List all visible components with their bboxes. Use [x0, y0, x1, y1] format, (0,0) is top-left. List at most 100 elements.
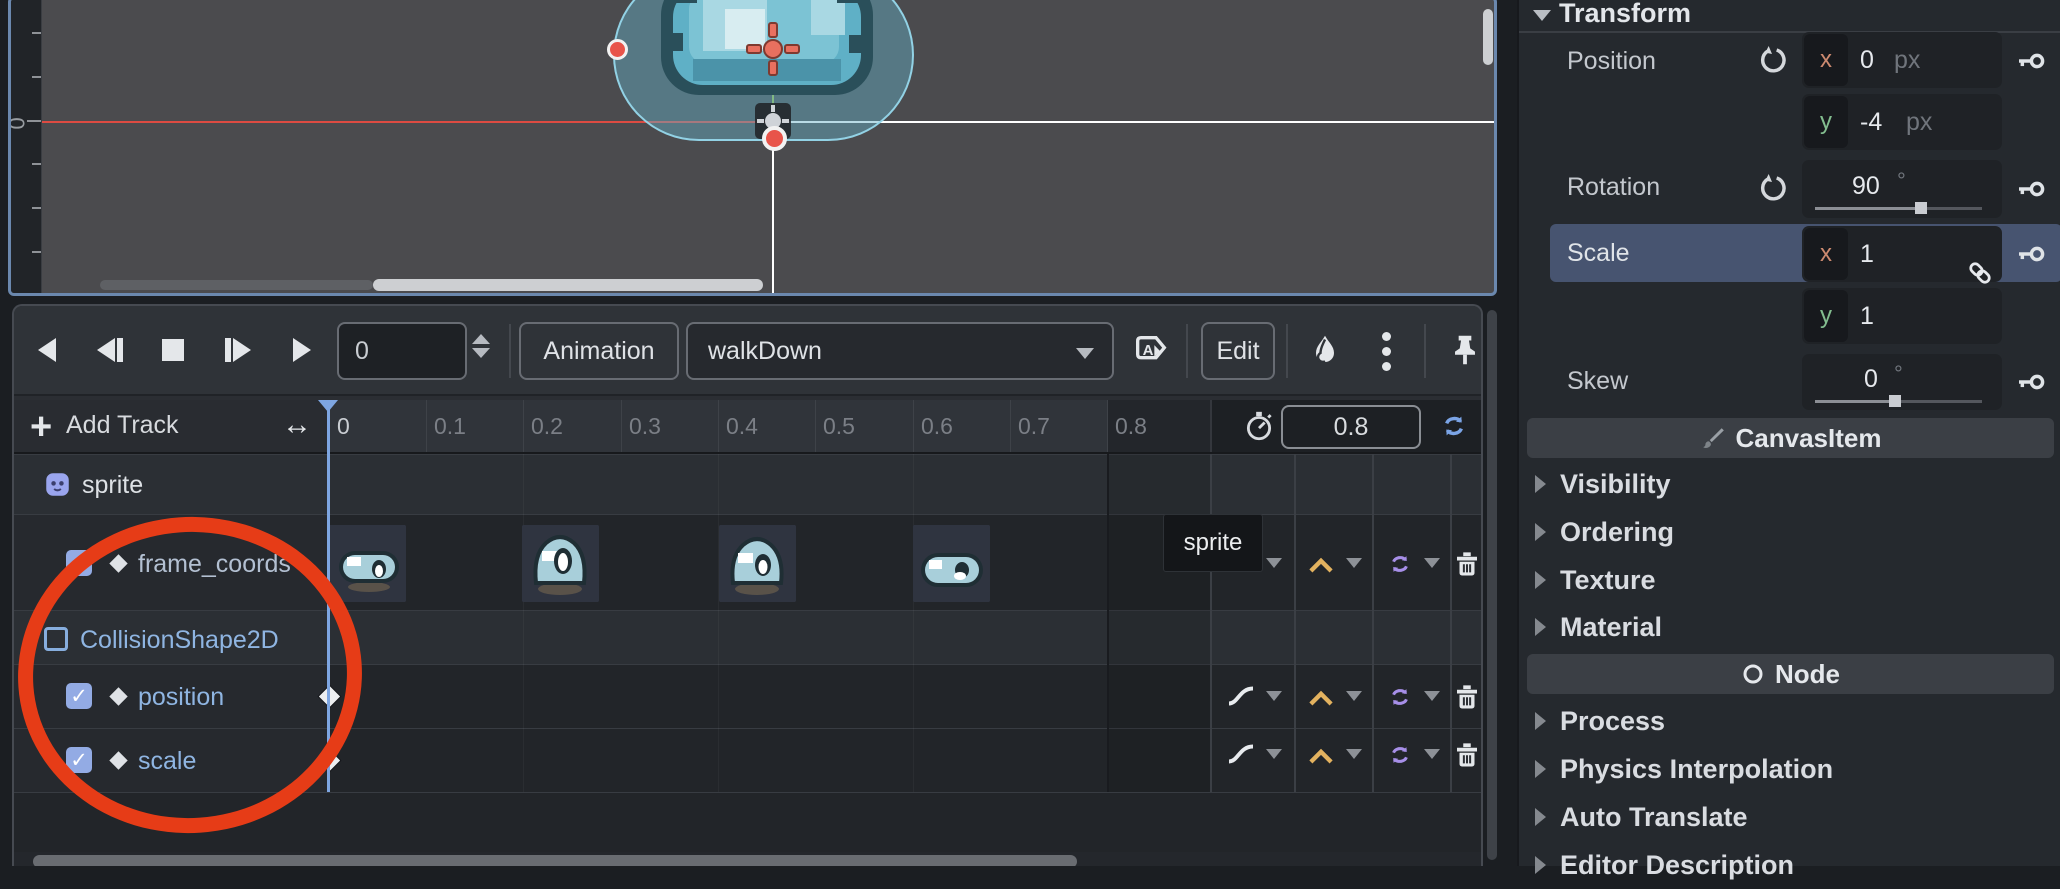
section-ordering[interactable]: Ordering [1519, 508, 2060, 556]
section-physics-interpolation[interactable]: Physics Interpolation [1519, 745, 2060, 793]
current-time-value: 0 [355, 337, 369, 366]
scale-x-value: 1 [1860, 240, 1874, 269]
add-track-button[interactable]: Add Track [66, 411, 179, 440]
loop-wrap-icon[interactable] [1386, 741, 1414, 769]
interpolation-mode-icon[interactable] [1308, 743, 1334, 765]
canvasitem-category-bar[interactable]: CanvasItem [1527, 418, 2054, 458]
loop-wrap-dropdown[interactable] [1424, 558, 1440, 568]
scale-label[interactable]: Scale [1567, 239, 1630, 268]
key-icon[interactable] [2015, 238, 2047, 270]
autoplay-on-load-icon[interactable]: A [1131, 331, 1171, 371]
viewport-hscroll-grabber[interactable] [373, 279, 763, 291]
key-icon[interactable] [2015, 366, 2047, 398]
link-scale-icon[interactable] [1965, 258, 1995, 288]
timeline-vscroll-grabber[interactable] [1487, 310, 1497, 860]
handle-dot-bottom[interactable] [762, 126, 787, 151]
onion-skinning-icon[interactable] [1307, 332, 1343, 368]
interpolation-mode-icon[interactable] [1308, 552, 1334, 574]
chevron-right-icon [1535, 475, 1546, 493]
viewport-vscroll-grabber[interactable] [1483, 9, 1493, 65]
update-mode-icon[interactable] [1226, 685, 1256, 707]
revert-icon[interactable] [1756, 44, 1788, 76]
skew-slider-thumb[interactable] [1889, 395, 1901, 407]
section-auto-translate[interactable]: Auto Translate [1519, 793, 2060, 841]
loop-wrap-dropdown[interactable] [1424, 749, 1440, 759]
timeline-hscroll-grabber[interactable] [33, 855, 1077, 866]
playhead-handle[interactable] [318, 400, 338, 412]
rotation-slider[interactable] [1815, 207, 1919, 210]
update-mode-icon[interactable] [1226, 743, 1256, 765]
skew-slider[interactable] [1815, 400, 1893, 403]
delete-track-icon[interactable] [1452, 739, 1482, 769]
playhead[interactable] [327, 400, 330, 792]
viewport-vertical-ruler [11, 0, 42, 293]
node-category-bar[interactable]: Node [1527, 654, 2054, 694]
transform-section-header[interactable]: Transform [1559, 0, 1691, 29]
ruler-tick: 0.8 [1115, 413, 1147, 440]
pan-timeline-icon[interactable]: ↔ [282, 408, 312, 442]
animation-length-field[interactable]: 0.8 [1281, 405, 1421, 449]
section-editor-description[interactable]: Editor Description [1519, 841, 2060, 889]
revert-icon[interactable] [1756, 172, 1788, 204]
2d-viewport[interactable]: 0 [8, 0, 1497, 296]
section-process[interactable]: Process [1519, 697, 2060, 745]
key-icon[interactable] [2015, 173, 2047, 205]
track-group-sprite[interactable] [14, 454, 1483, 514]
play-backwards-from-end-button[interactable] [29, 332, 65, 368]
axis-y-badge: y [1804, 96, 1848, 148]
keyframe-thumbnail-4[interactable] [913, 525, 990, 602]
play-button[interactable] [284, 332, 320, 368]
keyframe-thumbnail-2[interactable] [522, 525, 599, 602]
current-time-spinbox[interactable]: 0 [337, 322, 467, 380]
update-mode-dropdown[interactable] [1266, 749, 1282, 759]
section-texture[interactable]: Texture [1519, 556, 2060, 604]
loop-wrap-dropdown[interactable] [1424, 691, 1440, 701]
stop-button[interactable] [155, 332, 191, 368]
rotation-field[interactable]: 90 ° [1802, 160, 2002, 218]
interpolation-mode-icon[interactable] [1308, 685, 1334, 707]
scale-y-field[interactable]: y 1 [1802, 288, 2002, 344]
time-spinner-arrows[interactable] [472, 334, 490, 358]
interpolation-dropdown[interactable] [1346, 558, 1362, 568]
more-options-icon[interactable] [1382, 332, 1394, 368]
skew-field[interactable]: 0 ° [1802, 354, 2002, 410]
interpolation-dropdown[interactable] [1346, 749, 1362, 759]
node-circle-icon [1741, 662, 1765, 686]
update-mode-dropdown[interactable] [1266, 691, 1282, 701]
track-enabled-checkbox[interactable]: ✓ [66, 747, 92, 773]
keyframe-thumbnail-3[interactable] [719, 525, 796, 602]
viewport-hscroll-track[interactable] [100, 280, 373, 290]
position-y-field[interactable]: y -4 px [1802, 94, 2002, 150]
loop-animation-icon[interactable] [1438, 410, 1470, 442]
key-icon[interactable] [2015, 45, 2047, 77]
chevron-down-icon[interactable] [1533, 10, 1551, 21]
ruler-tick: 0.7 [1018, 413, 1050, 440]
section-visibility[interactable]: Visibility [1519, 460, 2060, 508]
loop-wrap-icon[interactable] [1386, 550, 1414, 578]
position-x-field[interactable]: x 0 px [1802, 32, 2002, 88]
animation-toolbar: 0 Animation walkDown A Edit [14, 306, 1481, 396]
track-label: position [138, 683, 224, 712]
play-from-current-button[interactable] [220, 332, 256, 368]
chevron-right-icon [1535, 712, 1546, 730]
update-mode-dropdown[interactable] [1266, 558, 1282, 568]
rotation-slider-thumb[interactable] [1915, 202, 1927, 214]
play-backwards-button[interactable] [92, 332, 128, 368]
track-enabled-checkbox[interactable]: ✓ [66, 550, 92, 576]
ruler-tick: 0.4 [726, 413, 758, 440]
loop-wrap-icon[interactable] [1386, 683, 1414, 711]
keyframe-thumbnail-1[interactable] [329, 525, 406, 602]
animation-select-dropdown[interactable]: walkDown [686, 322, 1114, 380]
pin-animation-icon[interactable] [1446, 331, 1483, 369]
interpolation-dropdown[interactable] [1346, 691, 1362, 701]
ruler-zero-label: 0 [8, 99, 31, 130]
track-enabled-checkbox[interactable]: ✓ [66, 683, 92, 709]
edit-button[interactable]: Edit [1201, 322, 1275, 380]
position-crosshair-gizmo[interactable] [743, 19, 803, 79]
animation-menu-button[interactable]: Animation [519, 322, 679, 380]
timeline-empty-area [14, 792, 1483, 852]
delete-track-icon[interactable] [1452, 681, 1482, 711]
section-material[interactable]: Material [1519, 603, 2060, 651]
handle-dot-left[interactable] [607, 39, 628, 60]
delete-track-icon[interactable] [1452, 548, 1482, 578]
